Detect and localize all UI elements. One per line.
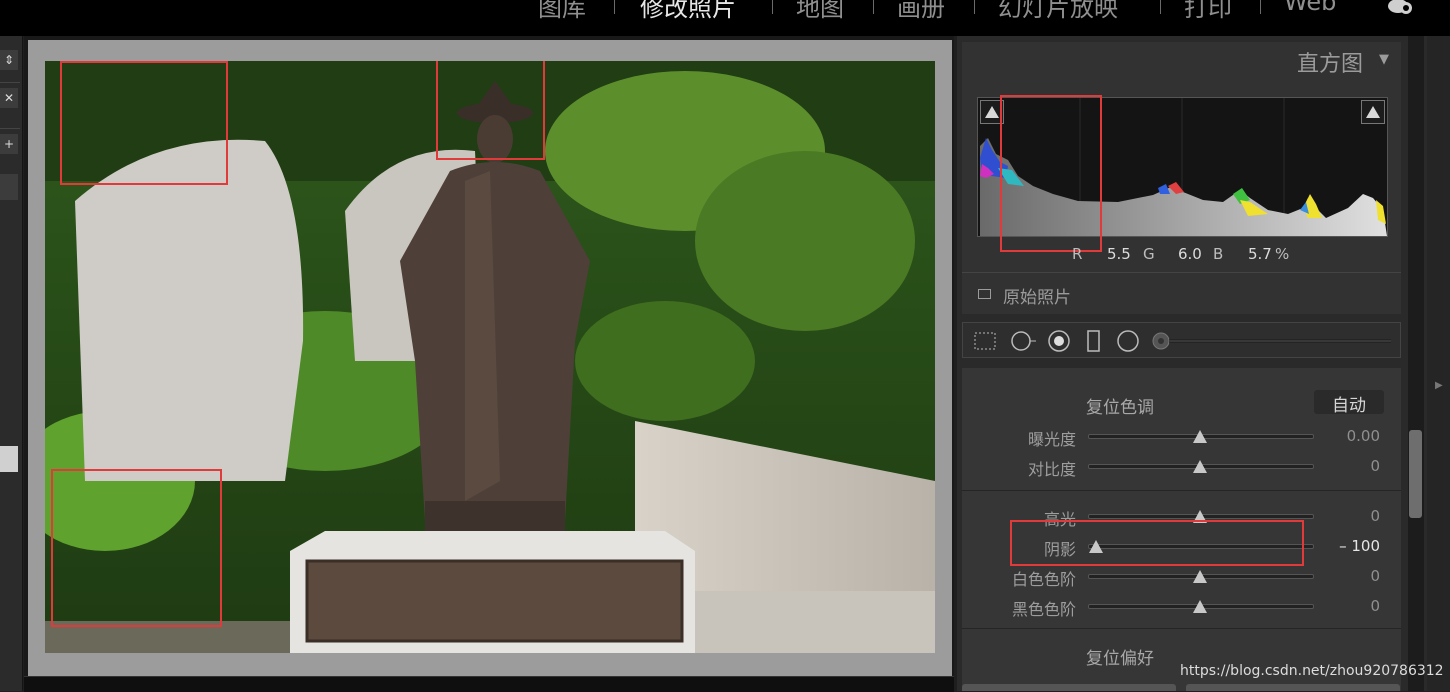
watermark-text: https://blog.csdn.net/zhou920786312 <box>1180 663 1444 679</box>
g-value: 6.0 <box>1178 245 1202 263</box>
slider-label: 黑色色阶 <box>1011 600 1076 619</box>
module-map[interactable]: 地图 <box>796 0 844 23</box>
right-edge-strip: ▶ <box>1427 36 1450 691</box>
left-panel-collapsed: ⇕ ✕ + <box>0 36 23 691</box>
slider-thumb[interactable] <box>1193 600 1207 613</box>
module-separator <box>772 0 773 14</box>
module-separator <box>974 0 975 14</box>
original-photo-checkbox[interactable] <box>978 289 991 299</box>
annotation-box <box>51 469 222 627</box>
slider-value[interactable]: 0 <box>1320 597 1380 615</box>
triangle-up-icon <box>1366 106 1380 118</box>
previous-button[interactable] <box>962 684 1176 691</box>
crop-overlay-icon[interactable] <box>973 331 997 351</box>
slider-value[interactable]: 0 <box>1320 567 1380 585</box>
annotation-box <box>60 61 228 185</box>
module-book[interactable]: 画册 <box>897 0 945 23</box>
module-separator <box>614 0 615 14</box>
module-separator <box>1160 0 1161 14</box>
collapse-triangle-icon[interactable]: ▼ <box>1379 52 1389 67</box>
highlight-clipping-button[interactable] <box>1361 100 1385 124</box>
module-slideshow[interactable]: 幻灯片放映 <box>998 0 1118 23</box>
slider-label: 白色色阶 <box>1011 570 1076 589</box>
slider-label: 曝光度 <box>1027 430 1076 449</box>
annotation-box <box>436 61 545 160</box>
slider-value[interactable]: 0 <box>1320 507 1380 525</box>
original-photo-label[interactable]: 原始照片 <box>1003 283 1071 308</box>
scrollbar-thumb[interactable] <box>1409 430 1422 518</box>
auto-button[interactable]: 自动 <box>1314 390 1384 416</box>
module-library[interactable]: 图库 <box>538 0 586 23</box>
panel-divider <box>962 628 1401 629</box>
module-separator <box>1260 0 1261 14</box>
left-panel-add-button[interactable]: + <box>0 134 18 154</box>
histogram-title[interactable]: 直方图 <box>1297 46 1363 78</box>
cloud-status-icon[interactable] <box>1386 0 1422 16</box>
expand-arrow-icon[interactable]: ▶ <box>1435 380 1443 391</box>
r-label: R <box>1072 245 1083 263</box>
r-value: 5.5 <box>1107 245 1131 263</box>
module-develop[interactable]: 修改照片 <box>640 0 736 23</box>
left-panel-sort-button[interactable]: ⇕ <box>0 50 18 70</box>
slider-value[interactable]: 0 <box>1320 457 1380 475</box>
photo-preview[interactable] <box>45 61 935 653</box>
b-value: 5.7 <box>1248 245 1272 263</box>
slider-value[interactable]: – 100 <box>1320 537 1380 555</box>
annotation-box <box>1010 520 1304 566</box>
reset-preferences-label[interactable]: 复位偏好 <box>1086 644 1154 669</box>
slider-thumb[interactable] <box>1193 460 1207 473</box>
left-divider <box>0 128 20 129</box>
slider-thumb[interactable] <box>1193 570 1207 583</box>
develop-tool-strip <box>962 322 1401 358</box>
left-divider <box>0 82 20 83</box>
module-print[interactable]: 打印 <box>1184 0 1232 23</box>
left-panel-close-button[interactable]: ✕ <box>0 88 18 108</box>
reset-button[interactable] <box>1186 684 1400 691</box>
percent-sign: % <box>1275 245 1290 263</box>
g-label: G <box>1143 245 1155 263</box>
red-eye-icon[interactable] <box>1047 329 1071 353</box>
adjustment-brush-icon[interactable] <box>1151 331 1401 351</box>
annotation-box <box>1000 95 1102 252</box>
right-panel-scrollbar[interactable] <box>1408 36 1424 691</box>
auto-button-label: 自动 <box>1332 396 1366 416</box>
slider-label: 对比度 <box>1027 460 1076 479</box>
panel-divider <box>962 490 1401 491</box>
radial-filter-icon[interactable] <box>1116 329 1140 353</box>
left-panel-item[interactable] <box>0 174 18 200</box>
slider-thumb[interactable] <box>1193 430 1207 443</box>
reset-tone-label: 复位色调 <box>1086 398 1154 418</box>
module-web[interactable]: Web <box>1284 0 1336 16</box>
left-panel-selected-item[interactable] <box>0 446 18 472</box>
slider-value[interactable]: 0.00 <box>1320 427 1380 445</box>
module-picker-bar: 图库 修改照片 地图 画册 幻灯片放映 打印 Web <box>0 0 1450 36</box>
filmstrip-bar <box>24 676 954 692</box>
module-separator <box>873 0 874 14</box>
graduated-filter-icon[interactable] <box>1085 329 1103 353</box>
b-label: B <box>1213 245 1224 263</box>
spot-removal-icon[interactable] <box>1009 329 1039 353</box>
histogram-divider <box>962 272 1401 273</box>
